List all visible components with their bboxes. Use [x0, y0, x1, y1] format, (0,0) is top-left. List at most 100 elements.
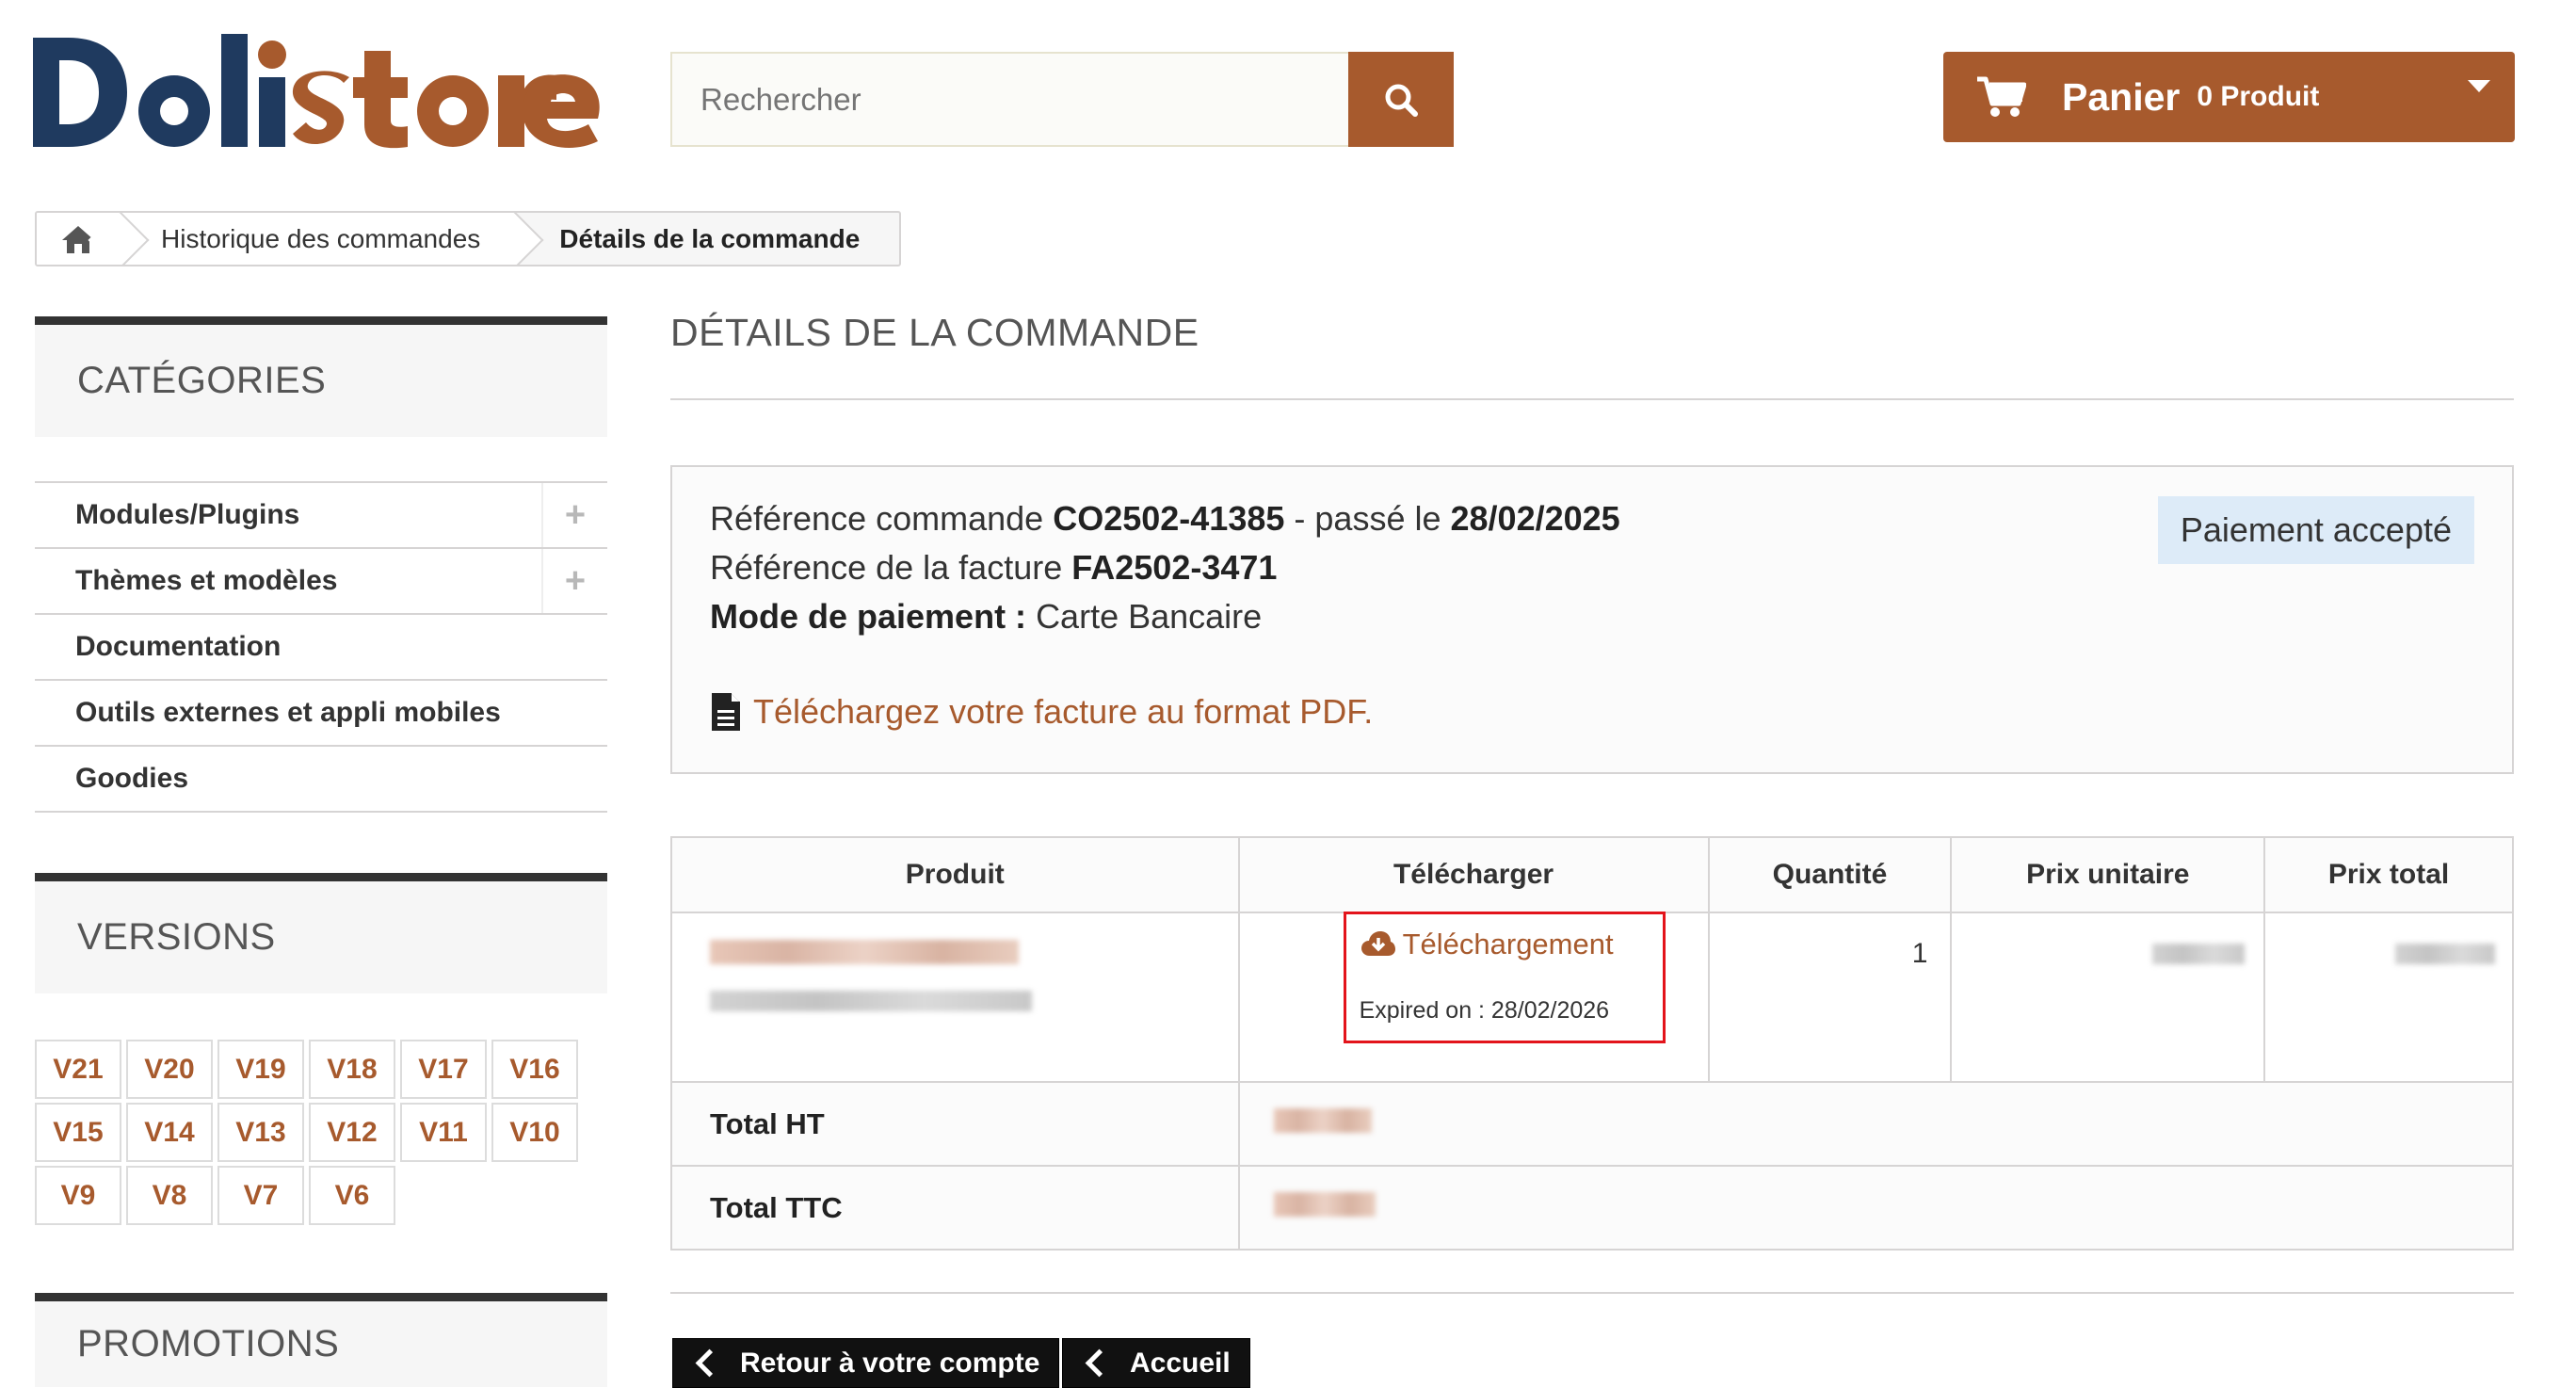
download-link[interactable]: Téléchargement: [1360, 928, 1614, 961]
version-v21[interactable]: V21: [35, 1040, 121, 1099]
cart-button[interactable]: Panier 0 Produit: [1943, 52, 2515, 142]
total-ht-row: Total HT: [670, 1081, 2515, 1167]
file-text-icon: [712, 693, 740, 731]
col-header-quantity: Quantité: [1707, 836, 1953, 913]
invoice-ref-value: FA2502-3471: [1071, 548, 1278, 587]
order-ref-value: CO2502-41385: [1053, 499, 1285, 538]
dolistore-logo[interactable]: [33, 17, 617, 149]
version-v12[interactable]: V12: [309, 1103, 395, 1162]
promotions-title: PROMOTIONS: [35, 1293, 607, 1387]
total-price-cell: [2263, 912, 2514, 1083]
col-header-download: Télécharger: [1237, 836, 1710, 913]
invoice-ref-label: Référence de la facture: [710, 548, 1063, 587]
total-price-redacted: [2395, 944, 2495, 964]
category-themes[interactable]: Thèmes et modèles +: [35, 547, 607, 613]
col-header-unit-price: Prix unitaire: [1950, 836, 2266, 913]
chevron-left-icon: [1085, 1348, 1114, 1378]
invoice-pdf-link-label: Téléchargez votre facture au format PDF.: [753, 692, 1374, 731]
versions-title: VERSIONS: [35, 873, 607, 993]
version-v19[interactable]: V19: [217, 1040, 304, 1099]
payment-method-label: Mode de paiement :: [710, 597, 1027, 636]
divider: [670, 1292, 2514, 1294]
back-to-account-button[interactable]: Retour à votre compte: [672, 1338, 1060, 1388]
category-modules-plugins[interactable]: Modules/Plugins +: [35, 481, 607, 547]
version-v8[interactable]: V8: [126, 1166, 213, 1225]
cart-label: Panier: [2062, 74, 2181, 119]
payment-method-value: Carte Bancaire: [1036, 597, 1263, 636]
download-highlight-box: Téléchargement Expired on : 28/02/2026: [1343, 912, 1666, 1043]
expand-plus-icon[interactable]: +: [541, 483, 607, 547]
version-v18[interactable]: V18: [309, 1040, 395, 1099]
col-header-total-price: Prix total: [2263, 836, 2514, 913]
download-link-label: Téléchargement: [1402, 928, 1614, 960]
category-goodies[interactable]: Goodies: [35, 745, 607, 813]
category-label: Documentation: [75, 631, 282, 662]
col-header-product: Produit: [670, 836, 1240, 913]
order-ref-label: Référence commande: [710, 499, 1044, 538]
version-v6[interactable]: V6: [309, 1166, 395, 1225]
total-ht-value: [1237, 1081, 2515, 1167]
breadcrumb-current: Détails de la commande: [559, 223, 861, 253]
search-button[interactable]: [1348, 52, 1454, 147]
categories-list: Modules/Plugins + Thèmes et modèles + Do…: [35, 481, 607, 813]
chevron-down-icon[interactable]: [2468, 80, 2490, 92]
invoice-reference-line: Référence de la facture FA2502-3471: [710, 548, 1277, 588]
table-header-row: Produit Télécharger Quantité Prix unitai…: [670, 836, 2514, 913]
chevron-left-icon: [695, 1348, 724, 1378]
breadcrumb-order-history-label: Historique des commandes: [161, 223, 481, 253]
order-table: Produit Télécharger Quantité Prix unitai…: [670, 836, 2515, 1251]
payment-method-line: Mode de paiement : Carte Bancaire: [710, 597, 1262, 637]
total-ttc-row: Total TTC: [670, 1165, 2515, 1251]
categories-title: CATÉGORIES: [35, 316, 607, 437]
total-ht-redacted: [1273, 1107, 1372, 1133]
cloud-download-icon: [1360, 931, 1395, 956]
unit-price-cell: [1950, 912, 2266, 1083]
version-v10[interactable]: V10: [491, 1103, 578, 1162]
total-ttc-redacted: [1273, 1191, 1376, 1217]
category-documentation[interactable]: Documentation: [35, 613, 607, 679]
breadcrumb: Historique des commandes Détails de la c…: [35, 211, 901, 266]
cart-icon: [1977, 76, 2026, 117]
product-name-redacted[interactable]: [710, 940, 1019, 964]
version-v20[interactable]: V20: [126, 1040, 213, 1099]
total-ttc-value: [1237, 1165, 2515, 1251]
search-icon: [1385, 84, 1418, 117]
expand-plus-icon[interactable]: +: [541, 549, 607, 613]
total-ttc-label: Total TTC: [670, 1165, 1240, 1251]
breadcrumb-order-history[interactable]: Historique des commandes: [120, 213, 544, 265]
order-placed-label: - passé le: [1294, 499, 1441, 538]
product-cell[interactable]: [670, 912, 1240, 1083]
version-v9[interactable]: V9: [35, 1166, 121, 1225]
home-button-label: Accueil: [1130, 1347, 1231, 1379]
page-title: DÉTAILS DE LA COMMANDE: [670, 311, 1199, 354]
version-v17[interactable]: V17: [400, 1040, 487, 1099]
version-v15[interactable]: V15: [35, 1103, 121, 1162]
order-placed-date: 28/02/2025: [1450, 499, 1620, 538]
product-ref-redacted: [710, 991, 1032, 1011]
download-cell: Téléchargement Expired on : 28/02/2026: [1237, 912, 1710, 1083]
cart-count: 0 Produit: [2197, 81, 2320, 112]
breadcrumb-home[interactable]: [37, 213, 150, 265]
version-v13[interactable]: V13: [217, 1103, 304, 1162]
table-row: Téléchargement Expired on : 28/02/2026 1: [670, 912, 2514, 1083]
version-v16[interactable]: V16: [491, 1040, 578, 1099]
divider: [670, 398, 2514, 400]
home-button[interactable]: Accueil: [1062, 1338, 1250, 1388]
category-label: Outils externes et appli mobiles: [75, 697, 501, 728]
quantity-cell: 1: [1707, 912, 1953, 1083]
download-expiry: Expired on : 28/02/2026: [1359, 997, 1610, 1024]
version-v7[interactable]: V7: [217, 1166, 304, 1225]
total-ht-label: Total HT: [670, 1081, 1240, 1167]
version-v11[interactable]: V11: [400, 1103, 487, 1162]
order-reference-line: Référence commande CO2502-41385 - passé …: [710, 499, 1620, 539]
search-input[interactable]: [670, 52, 1348, 147]
category-external-tools[interactable]: Outils externes et appli mobiles: [35, 679, 607, 745]
category-label: Goodies: [75, 763, 189, 794]
status-badge: Paiement accepté: [2157, 496, 2474, 564]
category-label: Thèmes et modèles: [75, 565, 338, 596]
version-v14[interactable]: V14: [126, 1103, 213, 1162]
unit-price-redacted: [2152, 944, 2246, 964]
invoice-pdf-link[interactable]: Téléchargez votre facture au format PDF.: [710, 691, 1373, 733]
order-info-box: Référence commande CO2502-41385 - passé …: [670, 465, 2514, 774]
back-to-account-label: Retour à votre compte: [740, 1347, 1040, 1379]
